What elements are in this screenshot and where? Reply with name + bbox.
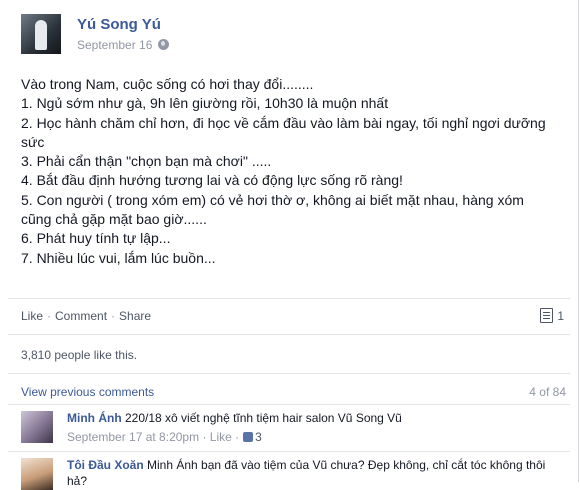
author-name[interactable]: Yú Song Yú — [77, 16, 161, 33]
comment-body: 220/18 xô viết nghệ tĩnh tiệm hair salon… — [125, 411, 402, 425]
commenter-avatar[interactable] — [21, 411, 53, 443]
separator-dot: · — [111, 309, 116, 323]
comment-like-count[interactable]: 3 — [255, 430, 262, 444]
divider — [8, 298, 570, 299]
share-count-value: 1 — [557, 309, 564, 323]
thumbs-up-icon — [243, 432, 254, 442]
post-line: 7. Nhiều lúc vui, lắm lúc buồn... — [21, 249, 216, 266]
share-button[interactable]: Share — [119, 309, 151, 323]
comment-text-block: Minh Ánh 220/18 xô viết nghệ tĩnh tiệm h… — [67, 410, 567, 445]
commenter-name[interactable]: Minh Ánh — [67, 411, 122, 425]
share-count[interactable]: 1 — [540, 308, 564, 323]
comment-button[interactable]: Comment — [55, 309, 107, 323]
post-line: sức — [21, 133, 45, 150]
separator-dot: · — [47, 309, 52, 323]
post-line: 4. Bắt đầu định hướng tương lai và có độ… — [21, 172, 403, 189]
divider — [8, 334, 570, 335]
comment-meta: September 17 at 8:20pm · Like · 3 — [67, 429, 567, 445]
post-card: Yú Song Yú September 16 Vào trong Nam, c… — [0, 0, 579, 490]
post-meta: September 16 — [77, 38, 170, 52]
commenter-name[interactable]: Tôi Đầu Xoăn — [67, 458, 144, 472]
likes-summary[interactable]: 3,810 people like this. — [21, 348, 137, 362]
post-line: 1. Ngủ sớm như gà, 9h lên giường rồi, 10… — [21, 95, 389, 112]
comment-counter: 4 of 84 — [529, 385, 566, 399]
commenter-avatar[interactable] — [21, 458, 53, 490]
divider — [8, 404, 570, 405]
globe-icon[interactable] — [158, 39, 170, 50]
post-line: 6. Phát huy tính tự lập... — [21, 230, 171, 247]
post-date[interactable]: September 16 — [77, 38, 152, 52]
post-line: Vào trong Nam, cuộc sống có hơi thay đổi… — [21, 76, 314, 92]
post-line: cũng chả gặp mặt bao giờ...... — [21, 211, 207, 228]
comment-like-button[interactable]: Like — [210, 430, 232, 444]
share-count-icon — [540, 308, 554, 323]
like-button[interactable]: Like — [21, 309, 43, 323]
post-body: Vào trong Nam, cuộc sống có hơi thay đổi… — [21, 75, 561, 268]
divider — [8, 451, 570, 452]
author-avatar[interactable] — [21, 14, 61, 54]
post-line: 2. Học hành chăm chỉ hơn, đi học về cắm … — [21, 114, 546, 131]
separator-dot: · — [235, 430, 240, 444]
action-bar: Like · Comment · Share — [21, 309, 151, 323]
comment-time[interactable]: September 17 at 8:20pm — [67, 430, 199, 444]
divider — [8, 373, 570, 374]
separator-dot: · — [202, 430, 210, 444]
post-line: 3. Phải cẩn thận "chọn bạn mà chơi" ....… — [21, 153, 272, 170]
comment-text-block: Tôi Đầu Xoăn Minh Ánh bạn đã vào tiệm củ… — [67, 457, 567, 489]
view-previous-comments-link[interactable]: View previous comments — [21, 385, 154, 399]
post-line: 5. Con người ( trong xóm em) có vẻ hơi t… — [21, 191, 524, 208]
